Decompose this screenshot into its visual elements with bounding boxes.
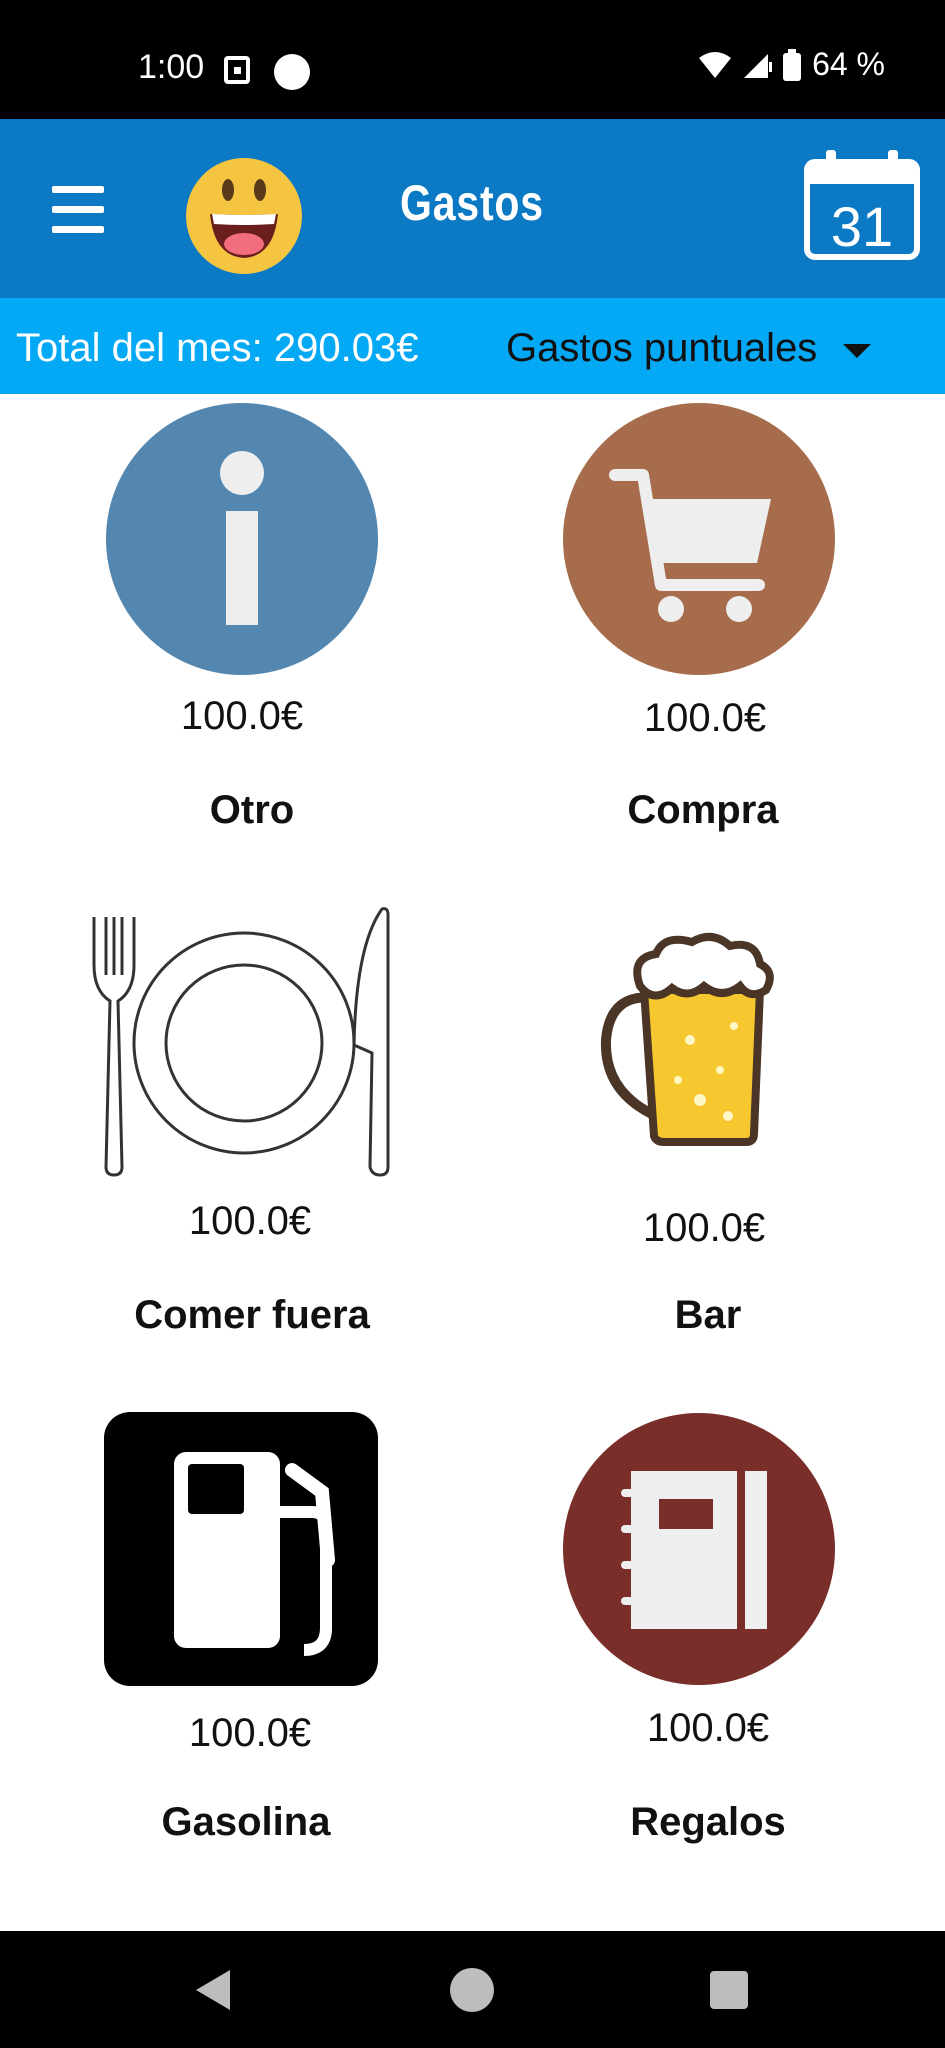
expense-type-dropdown[interactable]: Gastos puntuales (506, 326, 872, 371)
dropdown-selected-value: Gastos puntuales (506, 326, 818, 370)
category-amount: 100.0€ (646, 1706, 770, 1750)
calendar-icon[interactable]: 31 (804, 150, 920, 260)
category-amount: 100.0€ (642, 1206, 766, 1250)
signal-icon (744, 53, 773, 78)
battery-percent: 64 % (812, 46, 885, 82)
info-icon[interactable] (106, 403, 378, 675)
status-indicators: 64 % (698, 46, 885, 83)
wifi-icon (699, 51, 732, 78)
category-label: Comer fuera (134, 1293, 370, 1337)
month-total: Total del mes: 290.03€ (16, 326, 419, 370)
battery-icon (783, 48, 802, 81)
category-label: Bar (674, 1293, 742, 1337)
category-amount: 100.0€ (180, 694, 304, 738)
home-icon[interactable] (450, 1968, 494, 2012)
category-label: Compra (627, 788, 779, 832)
notification-dot-icon (274, 54, 310, 90)
category-amount: 100.0€ (643, 696, 767, 740)
page-title: Gastos (400, 175, 544, 231)
shopping-cart-icon[interactable] (563, 403, 835, 675)
back-icon[interactable] (196, 1970, 230, 2010)
fuel-pump-icon[interactable] (104, 1412, 378, 1686)
smiley-avatar-icon[interactable] (184, 156, 304, 276)
category-amount: 100.0€ (188, 1711, 312, 1755)
category-label: Gasolina (161, 1800, 331, 1844)
calendar-day: 31 (831, 195, 893, 258)
plate-cutlery-icon[interactable] (86, 905, 396, 1177)
calendar-notification-icon (224, 56, 250, 84)
menu-icon[interactable] (52, 186, 104, 233)
beer-mug-icon[interactable] (600, 930, 776, 1148)
category-label: Regalos (630, 1800, 786, 1844)
category-amount: 100.0€ (188, 1199, 312, 1243)
category-label: Otro (209, 788, 295, 832)
dropdown-arrow-icon (843, 343, 872, 358)
recent-apps-icon[interactable] (710, 1971, 748, 2009)
status-bar: 1:00 64 % (0, 0, 945, 119)
status-time: 1:00 (138, 48, 205, 86)
notebook-icon[interactable] (563, 1413, 835, 1685)
